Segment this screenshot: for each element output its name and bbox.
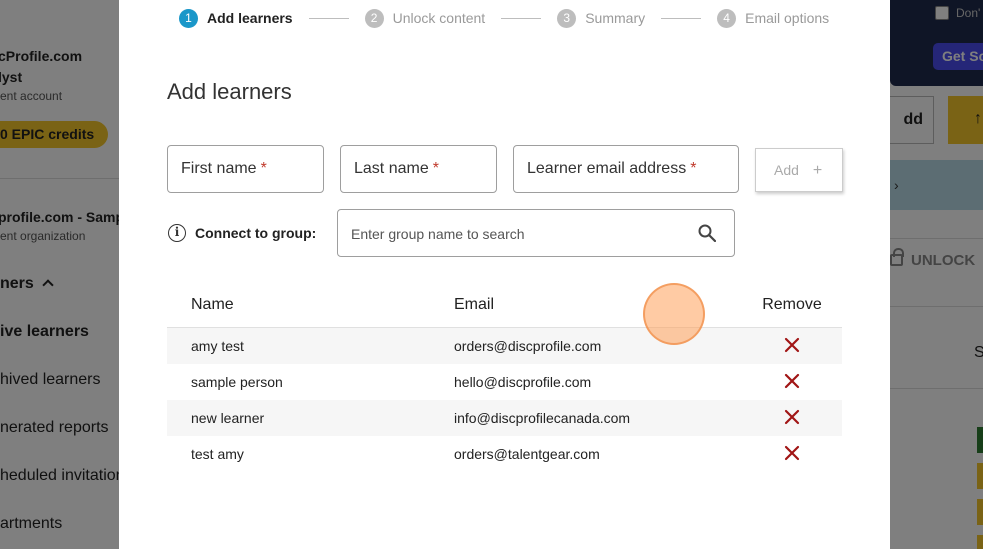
- step-connector: [501, 17, 542, 19]
- table-row: amy test orders@discprofile.com: [167, 328, 842, 364]
- learner-email: info@discprofilecanada.com: [454, 410, 631, 426]
- learner-email: hello@discprofile.com: [454, 374, 592, 390]
- learner-email: orders@discprofile.com: [454, 338, 602, 354]
- step-label: Email options: [745, 10, 830, 26]
- add-button[interactable]: Add +: [755, 148, 843, 192]
- step-add-learners: 1 Add learners: [179, 8, 293, 28]
- add-button-label: Add: [774, 162, 799, 178]
- add-learners-modal: 1 Add learners 2 Unlock content 3 Summar…: [119, 0, 890, 549]
- search-icon[interactable]: [698, 224, 716, 242]
- step-unlock-content: 2 Unlock content: [364, 8, 486, 28]
- last-name-label: Last name: [354, 160, 429, 177]
- table-row: sample person hello@discprofile.com: [167, 364, 842, 400]
- email-label: Learner email address: [527, 160, 687, 177]
- step-number: 4: [717, 8, 737, 28]
- step-label: Unlock content: [392, 10, 486, 26]
- learner-name: sample person: [191, 374, 283, 390]
- required-mark: *: [690, 160, 697, 177]
- step-number: 2: [364, 8, 384, 28]
- cursor-highlight: [643, 283, 705, 345]
- learner-email: orders@talentgear.com: [454, 446, 600, 462]
- last-name-field[interactable]: Last name *: [340, 145, 497, 193]
- first-name-label: First name: [181, 160, 257, 177]
- required-mark: *: [260, 160, 267, 177]
- header-remove: Remove: [762, 296, 822, 313]
- step-connector: [661, 17, 702, 19]
- info-icon[interactable]: i: [168, 224, 186, 242]
- group-search-input[interactable]: [351, 224, 681, 244]
- remove-icon[interactable]: [784, 337, 800, 353]
- step-connector: [308, 17, 349, 19]
- connect-group-label: Connect to group:: [195, 225, 317, 241]
- step-label: Summary: [585, 10, 646, 26]
- group-search-box[interactable]: [337, 209, 735, 257]
- table-body: amy test orders@discprofile.com sample p…: [167, 328, 842, 472]
- remove-icon[interactable]: [784, 445, 800, 461]
- header-email: Email: [454, 296, 495, 313]
- step-number: 3: [557, 8, 577, 28]
- plus-icon: +: [812, 162, 823, 179]
- remove-icon[interactable]: [784, 373, 800, 389]
- first-name-field[interactable]: First name *: [167, 145, 324, 193]
- email-field[interactable]: Learner email address *: [513, 145, 739, 193]
- table-row: new learner info@discprofilecanada.com: [167, 400, 842, 436]
- required-mark: *: [432, 160, 439, 177]
- learners-table: Name Email Remove amy test orders@discpr…: [167, 283, 842, 472]
- learner-name: new learner: [191, 410, 265, 426]
- remove-icon[interactable]: [784, 409, 800, 425]
- step-summary: 3 Summary: [557, 8, 646, 28]
- learner-name: amy test: [191, 338, 244, 354]
- table-header: Name Email Remove: [167, 283, 842, 328]
- learner-name: test amy: [191, 446, 244, 462]
- header-name: Name: [191, 296, 234, 313]
- stepper: 1 Add learners 2 Unlock content 3 Summar…: [179, 8, 829, 28]
- table-row: test amy orders@talentgear.com: [167, 436, 842, 472]
- page-title: Add learners: [167, 79, 292, 104]
- step-label: Add learners: [207, 10, 293, 26]
- step-email-options: 4 Email options: [717, 8, 830, 28]
- step-number: 1: [179, 8, 198, 28]
